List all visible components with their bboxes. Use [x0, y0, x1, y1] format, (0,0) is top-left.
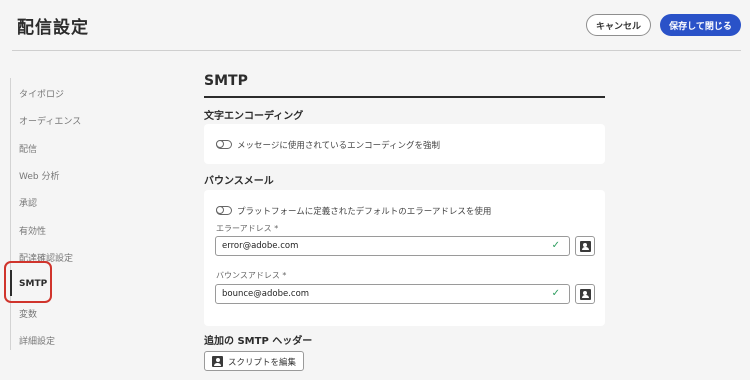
sidebar-item-web-analytics[interactable]: Web 分析	[19, 169, 59, 182]
bounce-heading: バウンスメール	[204, 176, 274, 187]
smtp-highlight-outline	[4, 261, 52, 303]
valid-check-icon: ✓	[551, 240, 560, 251]
sidebar-item-validity[interactable]: 有効性	[19, 224, 46, 237]
bounce-address-field[interactable]: bounce@adobe.com ✓	[215, 284, 570, 304]
bounce-card: プラットフォームに定義されたデフォルトのエラーアドレスを使用 エラーアドレス *…	[204, 190, 605, 326]
force-encoding-toggle[interactable]	[215, 139, 232, 149]
sidebar-item-audience[interactable]: オーディエンス	[19, 114, 81, 127]
valid-check-icon: ✓	[551, 288, 560, 299]
section-title: SMTP	[204, 73, 248, 89]
encoding-heading: 文字エンコーディング	[204, 111, 304, 122]
encoding-card: メッセージに使用されているエンコーディングを強制	[204, 124, 605, 164]
smtp-headers-heading: 追加の SMTP ヘッダー	[204, 336, 313, 347]
force-encoding-label: メッセージに使用されているエンコーディングを強制	[237, 141, 440, 151]
bounce-address-label: バウンスアドレス *	[216, 271, 287, 280]
personalization-icon	[579, 288, 591, 300]
edit-script-label: スクリプトを編集	[228, 358, 297, 368]
default-error-address-label: プラットフォームに定義されたデフォルトのエラーアドレスを使用	[237, 207, 492, 217]
script-icon	[212, 356, 223, 367]
sidebar-item-delivery[interactable]: 配信	[19, 142, 37, 155]
error-address-field[interactable]: error@adobe.com ✓	[215, 236, 570, 256]
error-address-picker-button[interactable]	[575, 236, 595, 256]
default-error-address-toggle[interactable]	[215, 205, 232, 215]
sidebar-item-advanced[interactable]: 詳細設定	[19, 334, 55, 347]
error-address-value: error@adobe.com	[222, 241, 299, 251]
bounce-address-value: bounce@adobe.com	[222, 289, 310, 299]
error-address-label: エラーアドレス *	[216, 224, 279, 233]
save-and-close-button[interactable]: 保存して閉じる	[660, 14, 741, 36]
sidebar-item-approval[interactable]: 承認	[19, 196, 37, 209]
header-divider	[12, 50, 741, 51]
page-title: 配信設定	[17, 18, 89, 38]
bounce-address-picker-button[interactable]	[575, 284, 595, 304]
cancel-button[interactable]: キャンセル	[586, 14, 651, 36]
sidebar-item-variables[interactable]: 変数	[19, 307, 37, 320]
edit-script-button[interactable]: スクリプトを編集	[204, 351, 304, 371]
settings-sidebar: タイポロジ オーディエンス 配信 Web 分析 承認 有効性 配達確認設定 SM…	[10, 78, 122, 350]
personalization-icon	[579, 240, 591, 252]
section-divider	[204, 96, 605, 98]
sidebar-item-typology[interactable]: タイポロジ	[19, 87, 64, 100]
header-bar: 配信設定 キャンセル 保存して閉じる	[0, 0, 750, 52]
